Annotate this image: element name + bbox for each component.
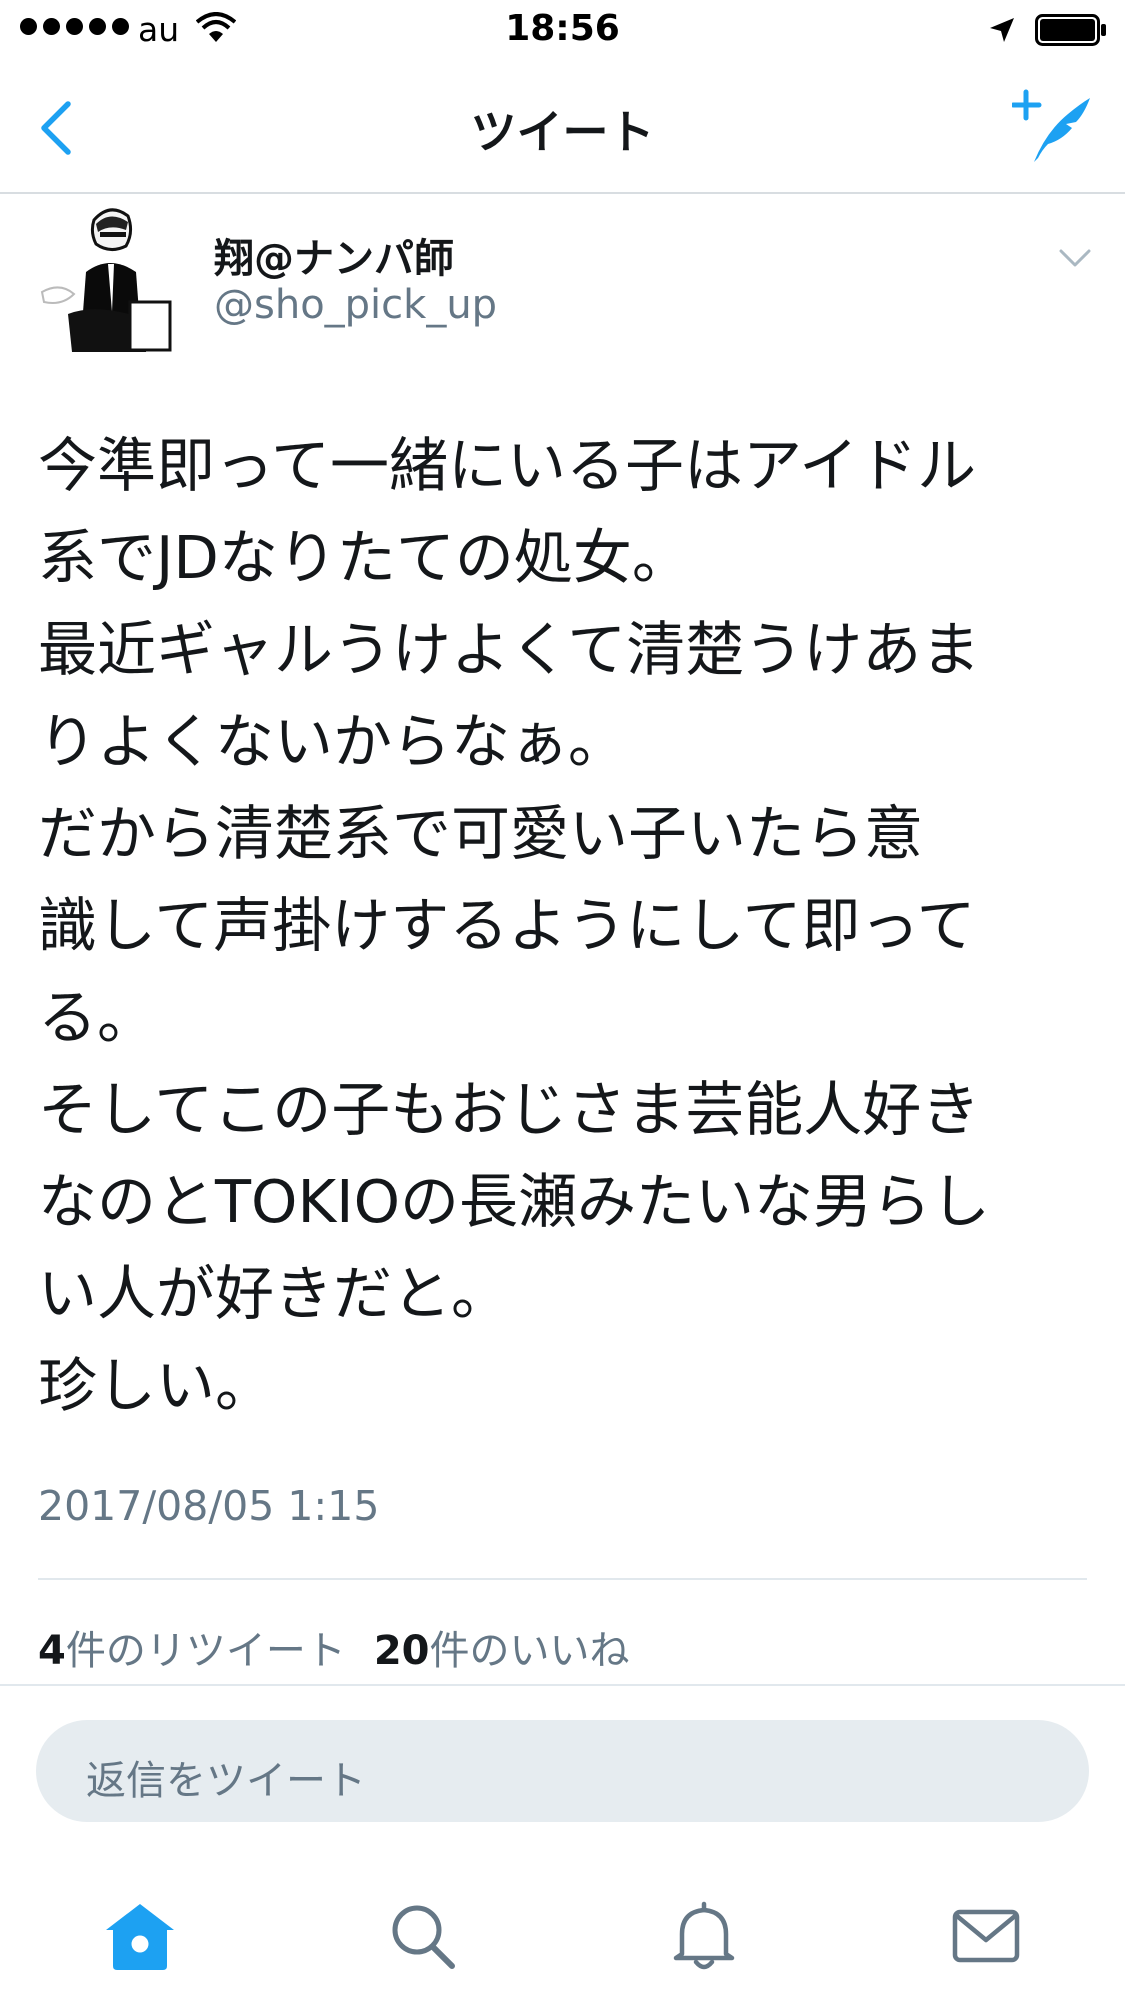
tweet-text-line: 今準即って一緒にいる子はアイドル <box>38 431 977 500</box>
status-bar: au 18:56 <box>0 0 1125 62</box>
tweet-text-line: なのとTOKIOの長瀬みたいな男らし <box>38 1167 991 1236</box>
tweet-text-line: る。 <box>38 983 157 1052</box>
search-icon[interactable] <box>386 1900 458 1972</box>
home-icon[interactable] <box>104 1900 176 1972</box>
page-title: ツイート <box>470 105 655 159</box>
reply-placeholder: 返信をツイート <box>86 1758 366 1804</box>
tweet-timestamp: 2017/08/05 1:15 <box>38 1482 380 1530</box>
divider <box>0 1684 1125 1686</box>
tweet-text-line: 珍しい。 <box>38 1351 275 1420</box>
screen-name[interactable]: @sho_pick_up <box>214 282 497 328</box>
status-time: 18:56 <box>505 8 620 49</box>
tweet-text-line: い人が好きだと。 <box>38 1259 511 1328</box>
mail-icon[interactable] <box>950 1900 1022 1972</box>
retweet-count-link[interactable]: 4件のリツイート <box>38 1618 346 1676</box>
tweet-text-line: 最近ギャルうけよくて清楚うけあま <box>38 615 981 684</box>
tweet-text-line: 系でJDなりたての処女。 <box>38 523 691 592</box>
reply-input[interactable]: 返信をツイート <box>36 1720 1089 1822</box>
tweet-stats: 4件のリツイート 20件のいいね <box>38 1618 630 1676</box>
tab-bar <box>0 1880 1125 2001</box>
location-arrow-icon <box>990 18 1014 42</box>
divider <box>38 1578 1087 1580</box>
avatar[interactable] <box>38 202 180 362</box>
tweet-text-line: 識して声掛けするようにして即って <box>38 891 976 960</box>
navigation-bar: ツイート <box>0 62 1125 194</box>
tweet-text-line: だから清楚系で可愛い子いたら意 <box>38 799 924 868</box>
battery-icon <box>1035 14 1106 46</box>
compose-tweet-icon[interactable] <box>1012 88 1092 166</box>
like-count-link[interactable]: 20件のいいね <box>374 1618 630 1676</box>
tweet-text: 今準即って一緒にいる子はアイドル 系でJDなりたての処女。 最近ギャルうけよくて… <box>38 420 1098 1432</box>
tweet-text-line: りよくないからなぁ。 <box>38 707 627 776</box>
retweet-label: 件のリツイート <box>65 1628 346 1674</box>
tweet-text-line: そしてこの子もおじさま芸能人好き <box>38 1075 981 1144</box>
like-count: 20 <box>373 1628 430 1674</box>
retweet-count: 4 <box>38 1628 66 1674</box>
chevron-down-icon[interactable] <box>1058 246 1092 270</box>
like-label: 件のいいね <box>429 1628 630 1674</box>
bell-icon[interactable] <box>668 1900 740 1972</box>
display-name[interactable]: 翔@ナンパ師 <box>214 226 454 284</box>
